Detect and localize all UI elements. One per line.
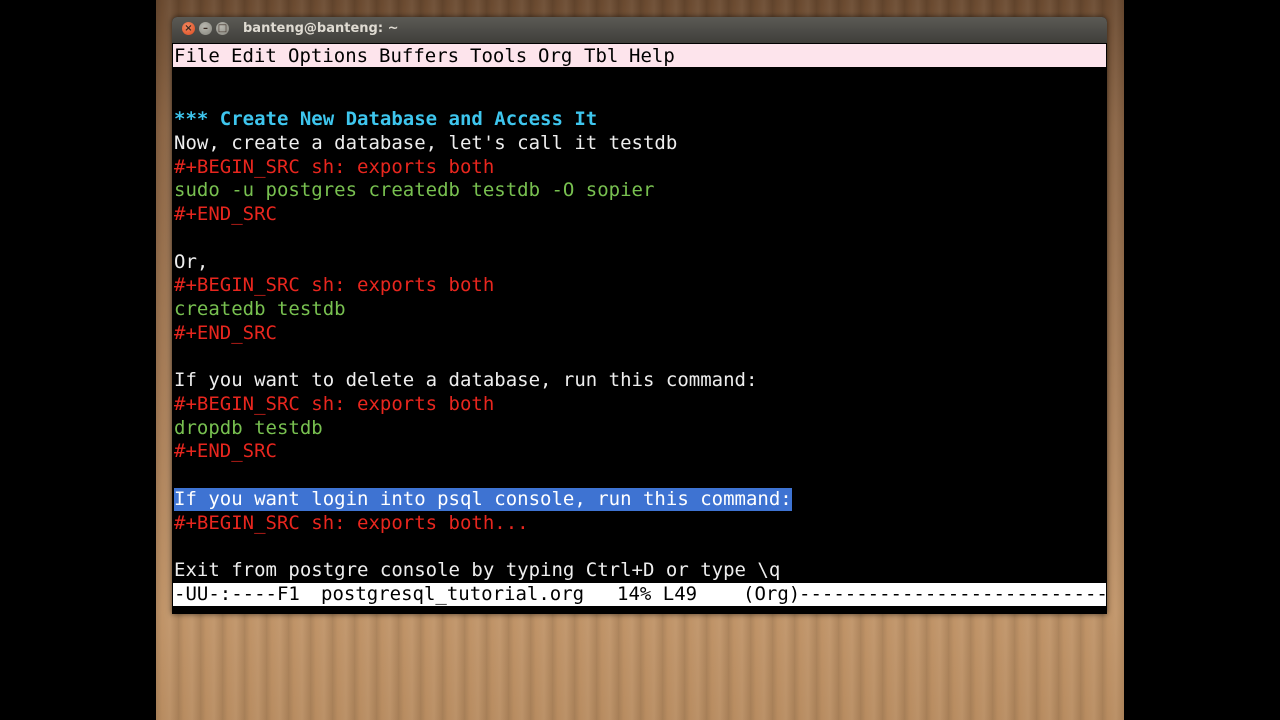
- selected-text-line: If you want login into psql console, run…: [174, 488, 792, 511]
- modeline-position: 14% L49: [617, 583, 698, 605]
- src-begin-line: #+BEGIN_SRC sh: exports both: [174, 274, 495, 296]
- code-line: dropdb testdb: [174, 417, 323, 439]
- window-titlebar[interactable]: × – □ banteng@banteng: ~: [172, 17, 1107, 43]
- menu-buffers[interactable]: Buffers: [379, 45, 459, 67]
- minimize-icon[interactable]: –: [199, 22, 212, 35]
- echo-area[interactable]: [173, 606, 1106, 614]
- menu-org[interactable]: Org: [538, 45, 572, 67]
- text-line: Exit from postgre console by typing Ctrl…: [174, 559, 781, 581]
- menu-help[interactable]: Help: [629, 45, 675, 67]
- src-begin-folded-line[interactable]: #+BEGIN_SRC sh: exports both...: [174, 512, 529, 535]
- org-heading: *** Create New Database and Access It: [174, 108, 598, 130]
- emacs-menubar: File Edit Options Buffers Tools Org Tbl …: [173, 44, 1106, 67]
- src-end-line: #+END_SRC: [174, 440, 277, 462]
- menu-options[interactable]: Options: [288, 45, 368, 67]
- text-line: If you want to delete a database, run th…: [174, 369, 758, 391]
- menu-tbl[interactable]: Tbl: [584, 45, 618, 67]
- menu-file[interactable]: File: [174, 45, 220, 67]
- modeline-mode: (Org): [743, 583, 801, 605]
- menu-edit[interactable]: Edit: [231, 45, 277, 67]
- modeline-filename: postgresql_tutorial.org: [321, 583, 585, 605]
- window-title: banteng@banteng: ~: [243, 21, 399, 36]
- terminal-window: × – □ banteng@banteng: ~ File Edit Optio…: [172, 17, 1107, 614]
- src-begin-line: #+BEGIN_SRC sh: exports both: [174, 393, 495, 415]
- src-begin-line: #+BEGIN_SRC sh: exports both: [174, 156, 495, 178]
- modeline-dashes: ---------------------------: [799, 583, 1107, 605]
- code-line: createdb testdb: [174, 298, 346, 320]
- editor-buffer[interactable]: *** Create New Database and Access It No…: [173, 67, 1106, 583]
- text-line: Now, create a database, let's call it te…: [174, 132, 678, 154]
- menu-tools[interactable]: Tools: [470, 45, 527, 67]
- emacs-modeline: -UU-:----F1 postgresql_tutorial.org 14% …: [173, 583, 1107, 606]
- src-end-line: #+END_SRC: [174, 203, 277, 225]
- src-end-line: #+END_SRC: [174, 322, 277, 344]
- modeline-status: -UU-:----F1: [174, 583, 300, 605]
- close-icon[interactable]: ×: [182, 22, 195, 35]
- maximize-icon[interactable]: □: [216, 22, 229, 35]
- text-line: Or,: [174, 251, 209, 273]
- code-line: sudo -u postgres createdb testdb -O sopi…: [174, 179, 655, 201]
